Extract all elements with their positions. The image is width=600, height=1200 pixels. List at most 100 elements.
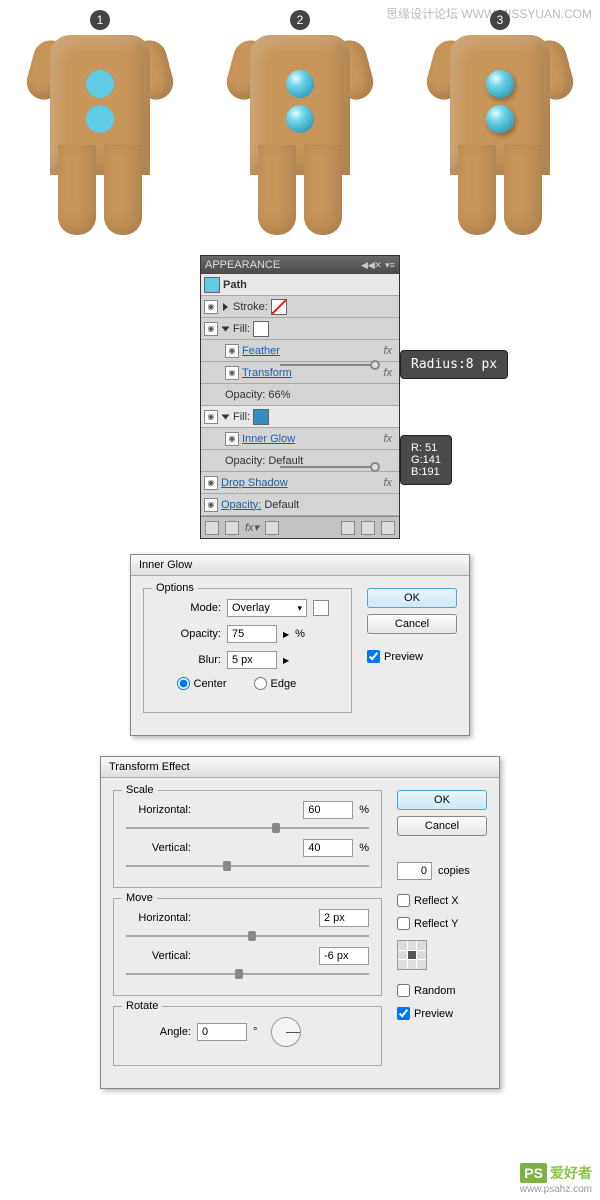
edge-radio[interactable]: Edge xyxy=(254,677,319,690)
move-v-input[interactable]: -6 px xyxy=(319,947,369,965)
move-h-input[interactable]: 2 px xyxy=(319,909,369,927)
no-fill-icon[interactable] xyxy=(205,521,219,535)
expand-icon[interactable] xyxy=(222,414,230,419)
callout-pointer xyxy=(370,462,380,472)
rotate-fieldset: Rotate Angle: 0 ° xyxy=(113,1006,382,1066)
dialog-title: Transform Effect xyxy=(101,757,499,778)
fill-row-2[interactable]: Fill: xyxy=(201,406,399,428)
preview-checkbox[interactable]: Preview xyxy=(397,1007,487,1020)
blur-label: Blur: xyxy=(156,654,221,666)
reflect-x-checkbox[interactable]: Reflect X xyxy=(397,894,487,907)
random-checkbox[interactable]: Random xyxy=(397,984,487,997)
callout-line xyxy=(280,466,372,468)
inner-glow-dialog: Inner Glow Options Mode: Overlay Opacity… xyxy=(130,554,470,736)
move-h-slider[interactable] xyxy=(126,935,369,937)
new-icon[interactable] xyxy=(361,521,375,535)
h-label: Horizontal: xyxy=(126,912,191,924)
copies-label: copies xyxy=(438,865,470,877)
step-3: 3 xyxy=(430,10,570,235)
anchor-selector[interactable] xyxy=(397,940,427,970)
mode-select[interactable]: Overlay xyxy=(227,599,307,617)
v-label: Vertical: xyxy=(126,842,191,854)
path-label: Path xyxy=(223,279,247,291)
scale-legend: Scale xyxy=(122,784,158,796)
visibility-icon[interactable] xyxy=(204,410,218,424)
blur-input[interactable]: 5 px xyxy=(227,651,277,669)
cancel-button[interactable]: Cancel xyxy=(367,614,457,634)
fill-label: Fill: xyxy=(233,323,250,335)
candy-button xyxy=(286,70,314,98)
panel-title: APPEARANCE xyxy=(205,259,280,271)
stroke-icon[interactable] xyxy=(225,521,239,535)
angle-input[interactable]: 0 xyxy=(197,1023,247,1041)
scale-v-input[interactable]: 40 xyxy=(303,839,353,857)
ok-button[interactable]: OK xyxy=(397,790,487,810)
candy-button xyxy=(486,70,514,98)
duplicate-icon[interactable] xyxy=(341,521,355,535)
move-v-slider[interactable] xyxy=(126,973,369,975)
stroke-swatch[interactable] xyxy=(271,299,287,315)
fill-swatch[interactable] xyxy=(253,321,269,337)
expand-icon[interactable] xyxy=(223,303,228,311)
options-fieldset: Options Mode: Overlay Opacity: 75 ▶ % Bl… xyxy=(143,588,352,713)
inner-glow-row[interactable]: Inner Glow fx xyxy=(201,428,399,450)
visibility-icon[interactable] xyxy=(204,498,218,512)
pct-label: % xyxy=(295,628,305,640)
visibility-icon[interactable] xyxy=(225,366,239,380)
ok-button[interactable]: OK xyxy=(367,588,457,608)
copies-input[interactable]: 0 xyxy=(397,862,432,880)
opacity-label: Opacity: xyxy=(225,389,265,401)
collapse-icon[interactable]: ◀◀ xyxy=(361,260,371,270)
stroke-row[interactable]: Stroke: xyxy=(201,296,399,318)
cancel-button[interactable]: Cancel xyxy=(397,816,487,836)
fx-icon: fx xyxy=(383,477,396,489)
fx-menu-icon[interactable]: fx▾ xyxy=(245,521,259,534)
color-swatch[interactable] xyxy=(313,600,329,616)
transform-link[interactable]: Transform xyxy=(242,367,292,379)
scale-v-slider[interactable] xyxy=(126,865,369,867)
feather-row[interactable]: Feather fx xyxy=(201,340,399,362)
dropdown-icon[interactable]: ▶ xyxy=(283,630,289,639)
clear-icon[interactable] xyxy=(265,521,279,535)
preview-checkbox[interactable]: Preview xyxy=(367,650,457,663)
visibility-icon[interactable] xyxy=(225,344,239,358)
opacity-label: Opacity: xyxy=(225,455,265,467)
h-label: Horizontal: xyxy=(126,804,191,816)
opacity-row-3[interactable]: Opacity: Default xyxy=(201,494,399,516)
visibility-icon[interactable] xyxy=(204,476,218,490)
thumb-swatch xyxy=(204,277,220,293)
drop-shadow-row[interactable]: Drop Shadow fx xyxy=(201,472,399,494)
drop-shadow-link[interactable]: Drop Shadow xyxy=(221,477,288,489)
fill-row-1[interactable]: Fill: xyxy=(201,318,399,340)
visibility-icon[interactable] xyxy=(225,432,239,446)
angle-dial[interactable] xyxy=(271,1017,301,1047)
close-icon[interactable]: ✕ xyxy=(373,260,383,270)
scale-fieldset: Scale Horizontal: 60 % Vertical: 40 % xyxy=(113,790,382,888)
pct-label: % xyxy=(359,804,369,816)
candy-button xyxy=(486,105,514,133)
visibility-icon[interactable] xyxy=(204,300,218,314)
fx-icon: fx xyxy=(383,433,396,445)
scale-h-input[interactable]: 60 xyxy=(303,801,353,819)
inner-glow-link[interactable]: Inner Glow xyxy=(242,433,295,445)
trash-icon[interactable] xyxy=(381,521,395,535)
opacity-link[interactable]: Opacity: xyxy=(221,499,261,511)
feather-link[interactable]: Feather xyxy=(242,345,280,357)
visibility-icon[interactable] xyxy=(204,322,218,336)
expand-icon[interactable] xyxy=(222,326,230,331)
fill-swatch[interactable] xyxy=(253,409,269,425)
fx-icon: fx xyxy=(383,345,396,357)
dropdown-icon[interactable]: ▶ xyxy=(283,656,289,665)
reflect-y-checkbox[interactable]: Reflect Y xyxy=(397,917,487,930)
opacity-row-1[interactable]: Opacity: 66% xyxy=(201,384,399,406)
center-radio[interactable]: Center xyxy=(177,677,242,690)
move-fieldset: Move Horizontal: 2 px Vertical: -6 px xyxy=(113,898,382,996)
ps-logo: PS xyxy=(520,1163,547,1183)
move-legend: Move xyxy=(122,892,157,904)
appearance-panel: APPEARANCE ◀◀ ✕ ▾≡ Path Stroke: Fill: Fe… xyxy=(200,255,400,539)
scale-h-slider[interactable] xyxy=(126,827,369,829)
path-row[interactable]: Path xyxy=(201,274,399,296)
rgb-g: G:141 xyxy=(411,454,441,466)
menu-icon[interactable]: ▾≡ xyxy=(385,260,395,270)
opacity-input[interactable]: 75 xyxy=(227,625,277,643)
